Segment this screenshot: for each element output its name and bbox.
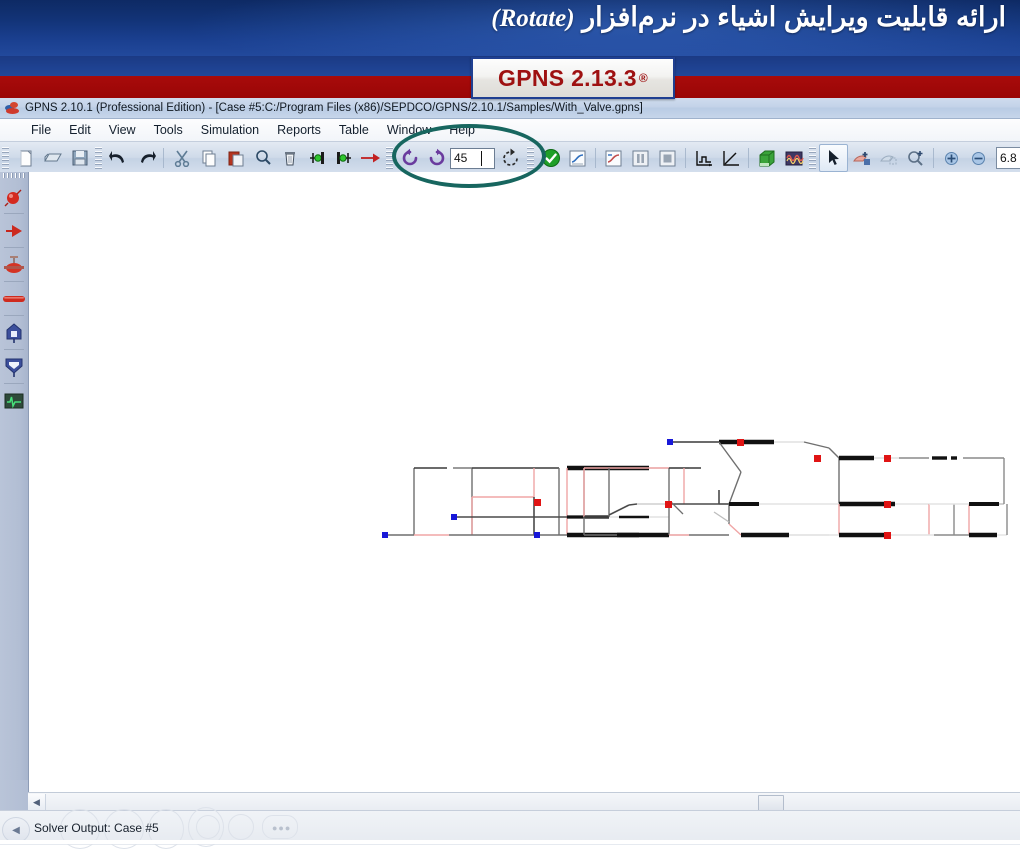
redo-icon[interactable] xyxy=(132,145,159,171)
status-more-dots-icon: ●●● xyxy=(272,823,292,833)
menu-window[interactable]: Window xyxy=(378,121,440,139)
toolbar-sep-5 xyxy=(933,148,934,168)
gpns-version-badge: GPNS 2.13.3 ® xyxy=(471,57,675,99)
network-nodes xyxy=(382,439,891,539)
zoom-find-icon[interactable] xyxy=(249,145,276,171)
menu-simulation[interactable]: Simulation xyxy=(192,121,268,139)
slide-page: ارائه قابلیت ویرایش اشیاء در نرم‌افزار (… xyxy=(0,0,1020,849)
status-search-circle xyxy=(228,814,254,840)
cut-icon[interactable] xyxy=(168,145,195,171)
pan-tool-icon[interactable] xyxy=(875,145,902,171)
scroll-left-arrow-icon[interactable]: ◀ xyxy=(28,794,46,810)
pointer-tool-icon[interactable] xyxy=(819,144,848,172)
rail-nozzle-icon[interactable] xyxy=(0,214,28,247)
rail-meter-icon[interactable] xyxy=(0,384,28,417)
rotate-angle-value: 45 xyxy=(454,151,468,165)
menu-view[interactable]: View xyxy=(100,121,145,139)
copy-icon[interactable] xyxy=(195,145,222,171)
application-window: GPNS 2.10.1 (Professional Edition) - [Ca… xyxy=(0,98,1020,849)
menu-tools[interactable]: Tools xyxy=(145,121,192,139)
stop-icon[interactable] xyxy=(654,145,681,171)
slide-header: ارائه قابلیت ویرایش اشیاء در نرم‌افزار (… xyxy=(0,0,1020,56)
rotate-angle-input[interactable]: 45 xyxy=(450,147,495,169)
zoom-tool-icon[interactable] xyxy=(902,145,929,171)
node-join-right-icon[interactable] xyxy=(330,145,357,171)
window-title-text: GPNS 2.10.1 (Professional Edition) - [Ca… xyxy=(25,102,643,114)
wave-plot-icon[interactable] xyxy=(780,145,807,171)
watermark-circle-5 xyxy=(196,815,220,839)
node-join-left-icon[interactable] xyxy=(303,145,330,171)
zoom-level-input[interactable]: 6.8 % xyxy=(996,147,1020,169)
rail-compressor-icon[interactable] xyxy=(0,316,28,349)
gpns-logo-icon xyxy=(5,101,20,116)
validate-check-icon[interactable] xyxy=(537,145,564,171)
rail-regulator-icon[interactable] xyxy=(0,350,28,383)
main-toolbar: 45 6.8 xyxy=(0,142,1020,175)
toolbar-sep-3 xyxy=(685,148,686,168)
zoom-in-icon[interactable] xyxy=(938,145,965,171)
menu-help[interactable]: Help xyxy=(440,121,484,139)
rotate-refresh-icon[interactable] xyxy=(495,145,525,171)
toolbar-sep-1 xyxy=(163,148,164,168)
menu-reports[interactable]: Reports xyxy=(268,121,330,139)
rail-grip[interactable] xyxy=(3,173,25,178)
toolbar-grip-5[interactable] xyxy=(809,147,816,169)
slide-title-latin: (Rotate) xyxy=(491,5,575,32)
save-file-icon[interactable] xyxy=(66,145,93,171)
toolbar-sep-4 xyxy=(748,148,749,168)
scroll-track[interactable] xyxy=(46,794,1020,811)
toolbar-grip-1[interactable] xyxy=(2,147,9,169)
paste-icon[interactable] xyxy=(222,145,249,171)
zoom-level-value: 6.8 % xyxy=(1000,151,1020,165)
undo-icon[interactable] xyxy=(105,145,132,171)
open-file-icon[interactable] xyxy=(39,145,66,171)
pipeline-network-diagram xyxy=(382,439,1008,539)
3d-view-icon[interactable] xyxy=(753,145,780,171)
rail-valve-icon[interactable] xyxy=(0,248,28,281)
rotate-counterclockwise-icon[interactable] xyxy=(423,145,450,171)
rail-pipe-icon[interactable] xyxy=(0,282,28,315)
drawing-canvas[interactable] xyxy=(28,172,1020,792)
run-simulation-icon[interactable] xyxy=(564,145,591,171)
registered-mark-icon: ® xyxy=(638,71,648,85)
toolbar-sep-2 xyxy=(595,148,596,168)
delete-trash-icon[interactable] xyxy=(276,145,303,171)
horizontal-scrollbar[interactable]: ◀ xyxy=(28,792,1020,811)
menu-file[interactable]: File xyxy=(22,121,60,139)
text-caret xyxy=(481,150,482,166)
gpns-badge-label: GPNS 2.13.3 xyxy=(498,64,637,91)
status-text: Solver Output: Case #5 xyxy=(34,821,159,835)
menu-bar: File Edit View Tools Simulation Reports … xyxy=(0,119,1020,142)
menu-edit[interactable]: Edit xyxy=(60,121,100,139)
menu-table[interactable]: Table xyxy=(330,121,378,139)
step-chart-icon[interactable] xyxy=(690,145,717,171)
rerun-simulation-icon[interactable] xyxy=(600,145,627,171)
window-bottom-edge xyxy=(0,840,1020,844)
slide-title: ارائه قابلیت ویرایش اشیاء در نرم‌افزار (… xyxy=(6,2,1006,33)
line-chart-icon[interactable] xyxy=(717,145,744,171)
object-tool-rail xyxy=(0,172,29,780)
rotate-clockwise-icon[interactable] xyxy=(396,145,423,171)
toolbar-grip-3[interactable] xyxy=(386,147,393,169)
slide-title-rtl: ارائه قابلیت ویرایش اشیاء در نرم‌افزار xyxy=(574,2,1006,32)
toolbar-grip-4[interactable] xyxy=(527,147,534,169)
pause-icon[interactable] xyxy=(627,145,654,171)
rail-source-node-icon[interactable] xyxy=(0,180,28,213)
new-file-icon[interactable] xyxy=(12,145,39,171)
toolbar-grip-2[interactable] xyxy=(95,147,102,169)
window-titlebar: GPNS 2.10.1 (Professional Edition) - [Ca… xyxy=(0,98,1020,119)
pan-add-tool-icon[interactable] xyxy=(848,145,875,171)
zoom-out-icon[interactable] xyxy=(965,145,992,171)
arrow-right-icon[interactable] xyxy=(357,145,384,171)
horizontal-scroll-thumb[interactable] xyxy=(758,795,784,811)
